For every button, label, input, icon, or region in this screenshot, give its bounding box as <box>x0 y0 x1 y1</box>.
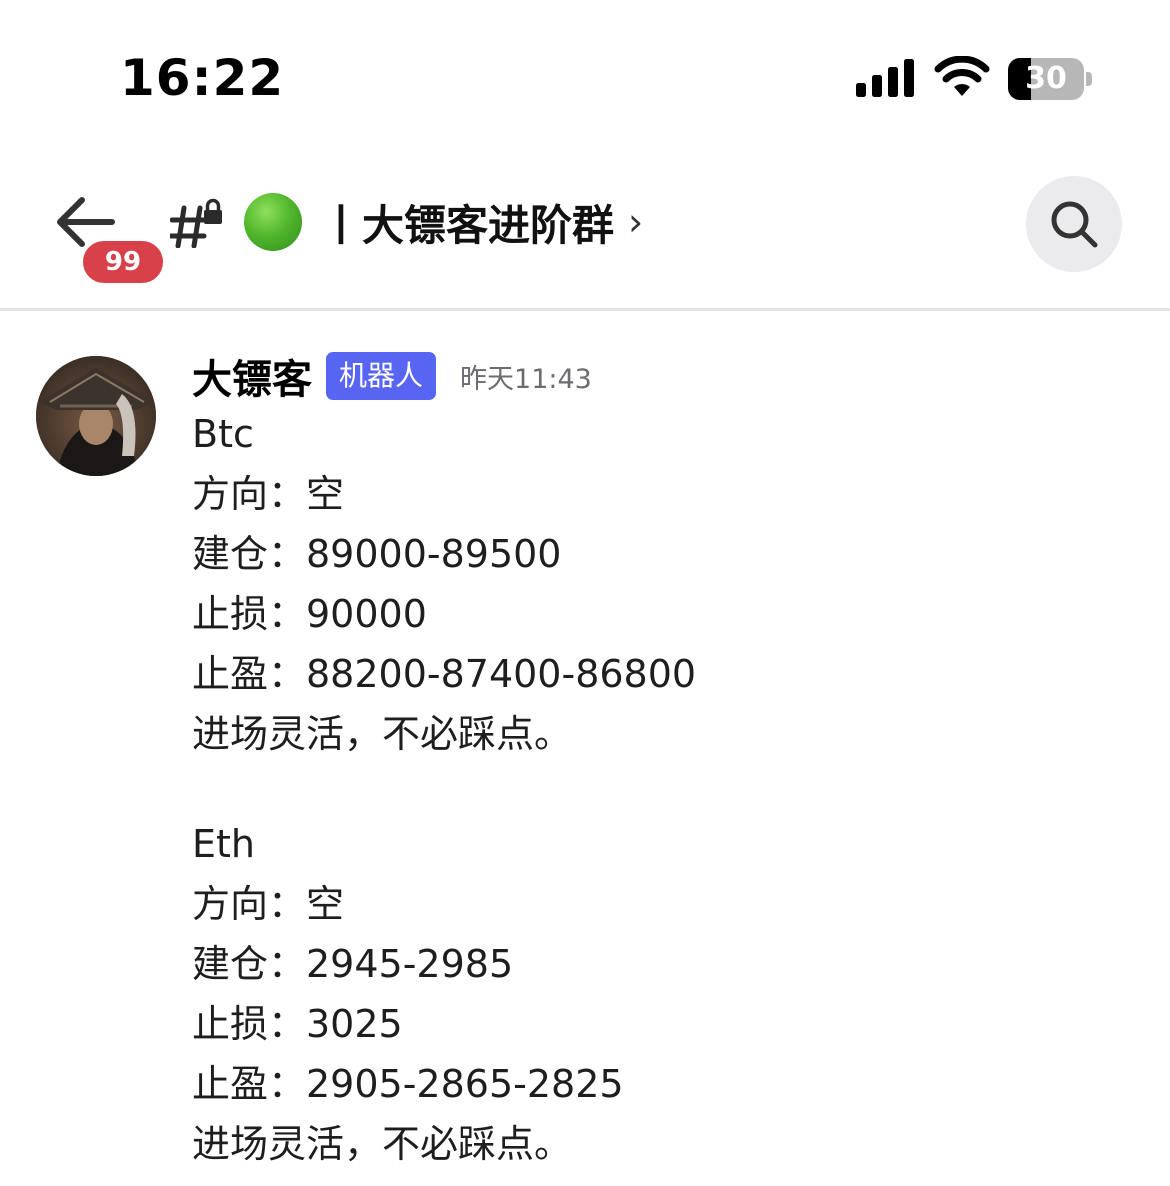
channel-title[interactable]: 丨大镖客进阶群 › <box>244 192 643 252</box>
message-line: 止损：90000 <box>192 592 427 636</box>
battery-nub <box>1086 72 1092 86</box>
battery-level: 30 <box>1025 61 1067 96</box>
message-line: 止损：3025 <box>192 1002 403 1046</box>
avatar-image <box>36 356 156 476</box>
channel-status-dot <box>244 193 302 251</box>
locked-hash-icon <box>170 198 222 248</box>
bot-tag: 机器人 <box>326 352 437 400</box>
message-line: 建仓：2945-2985 <box>192 942 514 986</box>
cellular-signal-icon <box>856 59 914 97</box>
message-line: 止盈：2905-2865-2825 <box>192 1062 624 1106</box>
message-line: 建仓：89000-89500 <box>192 532 562 576</box>
search-icon <box>1051 201 1098 248</box>
message-line: 止盈：88200-87400-86800 <box>192 652 697 696</box>
author-name[interactable]: 大镖客 <box>192 347 312 405</box>
message-line: 方向：空 <box>192 882 345 926</box>
wifi-icon <box>934 56 990 96</box>
status-time: 16:22 <box>120 49 285 107</box>
chevron-right-icon[interactable]: › <box>628 200 643 244</box>
search-button[interactable] <box>1026 176 1122 272</box>
unread-badge[interactable]: 99 <box>80 238 166 286</box>
message-line: 进场灵活，不必踩点。 <box>192 1122 573 1166</box>
battery-indicator: 30 <box>1008 58 1094 100</box>
message-line: 方向：空 <box>192 472 345 516</box>
message-line: Btc <box>192 412 254 456</box>
channel-name[interactable]: 丨大镖客进阶群 <box>320 192 614 253</box>
message-line <box>192 764 1152 814</box>
avatar[interactable] <box>36 356 156 476</box>
message-line: 进场灵活，不必踩点。 <box>192 712 573 756</box>
message-header: 大镖客 机器人 昨天11:43 <box>192 348 592 404</box>
message-line: Eth <box>192 822 255 866</box>
message-body: Btc 方向：空 建仓：89000-89500 止损：90000 止盈：88200-87… <box>192 404 1152 1174</box>
message-timestamp: 昨天11:43 <box>460 363 592 395</box>
header-divider <box>0 308 1170 311</box>
